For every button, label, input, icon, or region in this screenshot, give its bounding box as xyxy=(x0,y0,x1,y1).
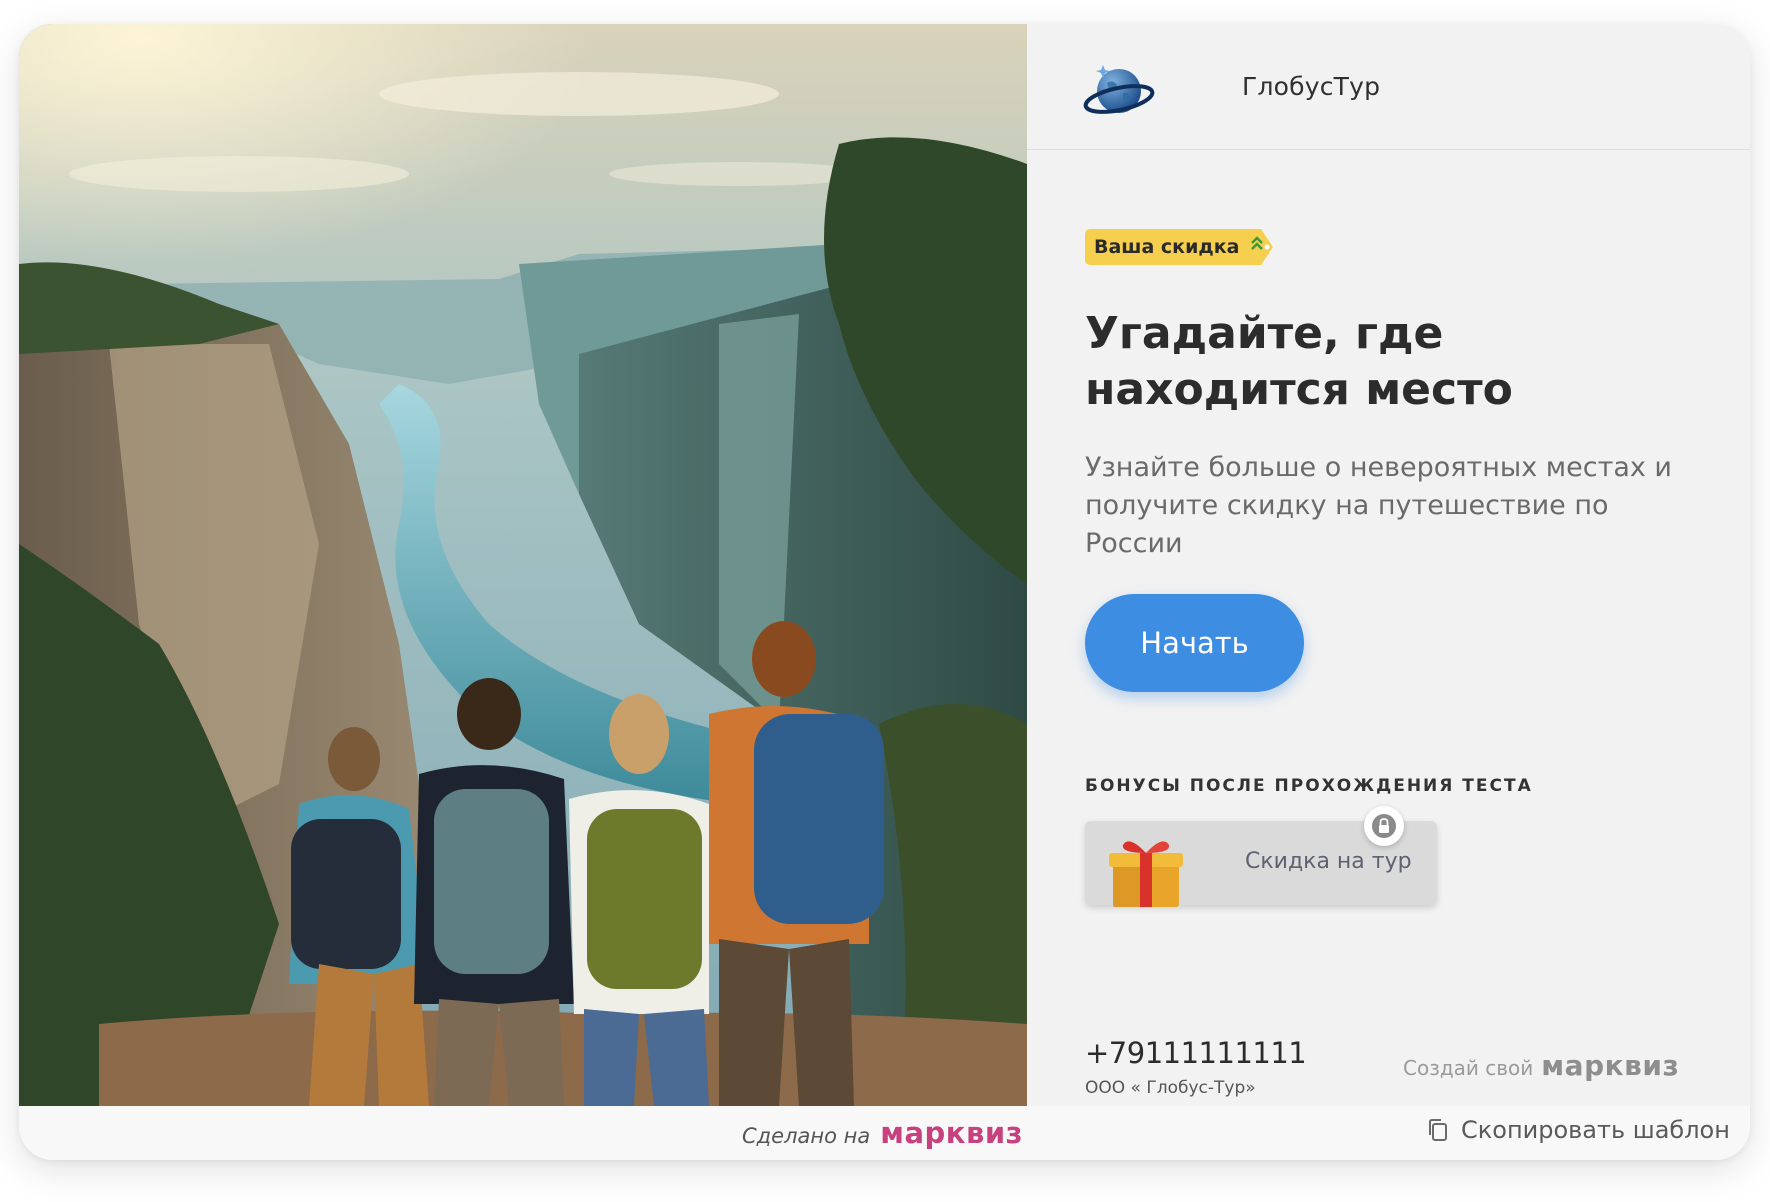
copy-template-label: Скопировать шаблон xyxy=(1461,1116,1730,1144)
create-own-text: Создай свой xyxy=(1403,1056,1534,1080)
gift-icon xyxy=(1109,841,1183,907)
lock-badge xyxy=(1364,806,1404,846)
chevrons-up-icon xyxy=(1249,229,1274,265)
quiz-card: ГлобусТур Ваша скидка Угадайте, где нахо… xyxy=(19,24,1750,1160)
page-subtitle: Узнайте больше о невероятных местах и по… xyxy=(1085,452,1672,559)
brand-name: ГлобусТур xyxy=(1242,72,1381,101)
canyon-hikers-image xyxy=(19,24,1027,1106)
start-button[interactable]: Начать xyxy=(1085,594,1304,692)
create-own-link[interactable]: Создай свой марквиз xyxy=(1403,1049,1679,1082)
create-own-brand: марквиз xyxy=(1541,1049,1680,1082)
made-on-text: Сделано на xyxy=(742,1124,871,1148)
phone-number[interactable]: +79111111111 xyxy=(1085,1036,1307,1070)
header: ГлобусТур xyxy=(1027,24,1750,150)
bonus-label: Скидка на тур xyxy=(1245,849,1412,874)
discount-badge-label: Ваша скидка xyxy=(1085,229,1250,265)
hero-photo xyxy=(19,24,1027,1106)
made-on-brand: марквиз xyxy=(880,1116,1023,1150)
globe-icon[interactable] xyxy=(1083,57,1155,125)
copy-icon xyxy=(1429,1119,1447,1141)
discount-badge: Ваша скидка xyxy=(1085,229,1274,265)
lock-icon xyxy=(1372,814,1396,838)
made-on-link[interactable]: Сделано на марквиз xyxy=(742,1116,1023,1150)
footer-bar: Сделано на марквиз Скопировать шаблон xyxy=(19,1106,1750,1160)
page-title: Угадайте, где находится место xyxy=(1085,308,1513,415)
company-name: ООО « Глобус-Тур» xyxy=(1085,1078,1256,1098)
bonus-heading: БОНУСЫ ПОСЛЕ ПРОХОЖДЕНИЯ ТЕСТА xyxy=(1085,776,1533,796)
copy-template-button[interactable]: Скопировать шаблон xyxy=(1427,1116,1730,1144)
content-panel: ГлобусТур Ваша скидка Угадайте, где нахо… xyxy=(1027,24,1750,1106)
